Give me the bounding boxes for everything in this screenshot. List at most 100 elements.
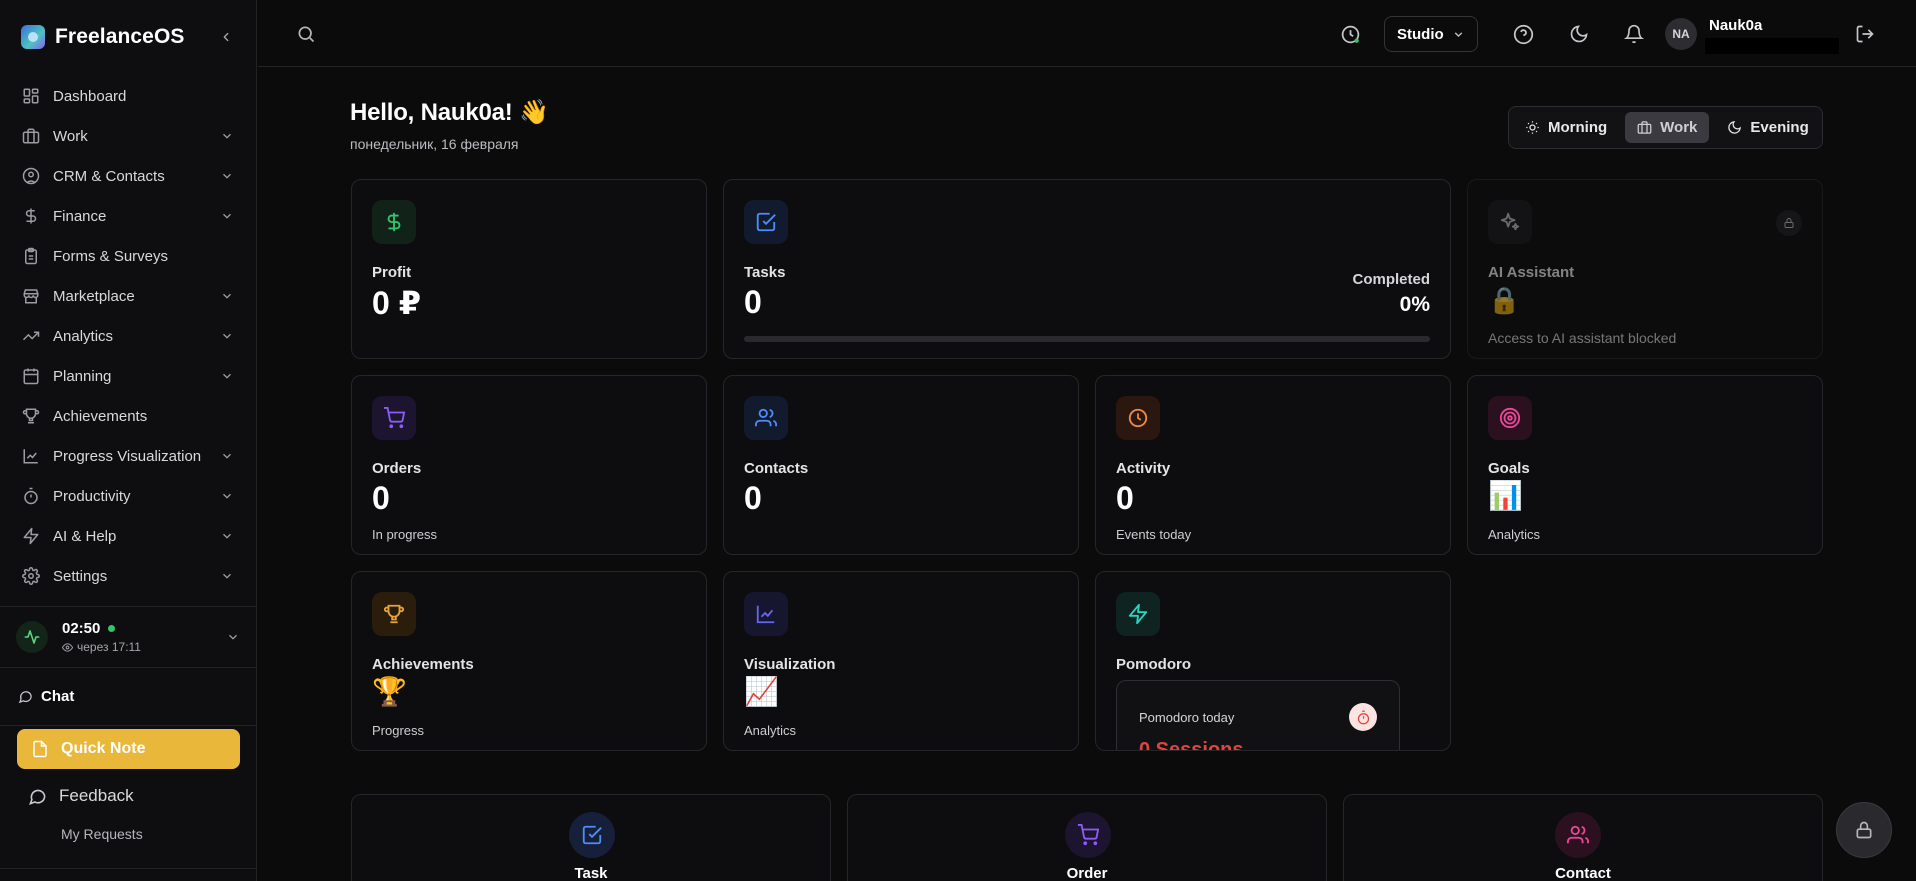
mode-label: Morning xyxy=(1548,119,1608,136)
sidebar-item-planning[interactable]: Planning xyxy=(0,356,256,396)
session-clock[interactable]: 02:50 через 17:11 xyxy=(0,606,256,668)
sidebar-item-finance[interactable]: Finance xyxy=(0,196,256,236)
workspace-select[interactable]: Studio xyxy=(1384,16,1478,52)
avatar[interactable]: NA xyxy=(1665,18,1697,50)
quick-action-label: Task xyxy=(574,865,608,881)
brand-title: FreelanceOS xyxy=(55,25,185,48)
moon-icon xyxy=(1570,25,1588,43)
sidebar-item-forms[interactable]: Forms & Surveys xyxy=(0,236,256,276)
lock-emoji: 🔒 xyxy=(1488,285,1521,315)
zap-icon xyxy=(1116,592,1160,636)
profit-card[interactable]: Profit 0 ₽ xyxy=(351,179,707,359)
line-chart-icon xyxy=(744,592,788,636)
card-subtitle: Analytics xyxy=(1488,527,1541,542)
users-icon xyxy=(1555,812,1601,858)
theme-toggle-button[interactable] xyxy=(1568,23,1590,45)
user-name: Nauk0a xyxy=(1709,17,1763,34)
chat-button[interactable]: Chat xyxy=(0,668,256,726)
chevron-down-icon xyxy=(220,289,234,303)
note-icon xyxy=(33,740,47,758)
help-circle-icon xyxy=(1513,24,1533,44)
mode-evening-button[interactable]: Evening xyxy=(1715,112,1820,143)
logout-button[interactable] xyxy=(1854,23,1876,45)
notifications-button[interactable] xyxy=(1623,23,1645,45)
contacts-card[interactable]: Contacts 0 xyxy=(723,375,1079,555)
quick-add-task[interactable]: Task xyxy=(351,794,831,881)
sidebar-item-work[interactable]: Work xyxy=(0,116,256,156)
activity-value: 0 xyxy=(1116,480,1134,516)
sidebar-item-label: Achievements xyxy=(53,407,148,425)
quick-note-button[interactable]: Quick Note xyxy=(17,729,240,769)
my-requests-link[interactable]: My Requests xyxy=(61,826,143,842)
activity-card[interactable]: Activity 0 Events today xyxy=(1095,375,1451,555)
visualization-card[interactable]: Visualization 📈 Analytics xyxy=(723,571,1079,751)
sidebar-item-achievements[interactable]: Achievements xyxy=(0,396,256,436)
tasks-progress-bar xyxy=(744,336,1430,342)
achievements-card[interactable]: Achievements 🏆 Progress xyxy=(351,571,707,751)
trophy-icon xyxy=(372,592,416,636)
sparkles-icon xyxy=(1488,200,1532,244)
help-button[interactable] xyxy=(1512,23,1534,45)
quick-add-order[interactable]: Order xyxy=(847,794,1327,881)
chevron-down-icon xyxy=(220,169,234,183)
card-subtitle: Events today xyxy=(1116,527,1192,542)
card-label: Pomodoro xyxy=(1116,656,1191,673)
clock-subtitle: через 17:11 xyxy=(77,640,141,654)
users-icon xyxy=(744,396,788,440)
card-label: Achievements xyxy=(372,656,474,673)
profit-value: 0 ₽ xyxy=(372,285,421,321)
sidebar-item-crm[interactable]: CRM & Contacts xyxy=(0,156,256,196)
chart-emoji: 📊 xyxy=(1488,480,1523,511)
card-subtitle: Progress xyxy=(372,723,425,738)
mode-work-button[interactable]: Work xyxy=(1625,112,1710,143)
time-tracker-button[interactable] xyxy=(1339,23,1361,45)
trophy-emoji: 🏆 xyxy=(372,676,407,707)
orders-card[interactable]: Orders 0 In progress xyxy=(351,375,707,555)
pomodoro-today-panel: Pomodoro today 0 Sessions xyxy=(1116,680,1400,750)
sidebar-item-label: Settings xyxy=(53,567,108,585)
clipboard-icon xyxy=(21,246,41,266)
collapse-sidebar-button[interactable] xyxy=(216,27,236,47)
contacts-value: 0 xyxy=(744,480,762,516)
topbar: Studio NA Nauk0a xyxy=(258,0,1916,67)
tasks-card[interactable]: Tasks 0 Completed 0% xyxy=(723,179,1451,359)
check-square-icon xyxy=(569,812,615,858)
card-label: Visualization xyxy=(744,656,836,673)
goals-card[interactable]: Goals 📊 Analytics xyxy=(1467,375,1823,555)
sun-icon xyxy=(1526,121,1539,134)
card-subtitle: Analytics xyxy=(744,723,797,738)
sidebar-item-dashboard[interactable]: Dashboard xyxy=(0,76,256,116)
chevron-down-icon xyxy=(220,369,234,383)
feedback-label: Feedback xyxy=(59,786,134,805)
card-label: Contacts xyxy=(744,460,809,477)
app-logo-icon xyxy=(21,25,45,49)
mode-morning-button[interactable]: Morning xyxy=(1513,112,1619,143)
sidebar-item-label: Forms & Surveys xyxy=(53,247,169,265)
dollar-icon xyxy=(21,206,41,226)
sidebar-item-productivity[interactable]: Productivity xyxy=(0,476,256,516)
sidebar-item-progress-visualization[interactable]: Progress Visualization xyxy=(0,436,256,476)
completed-value: 0% xyxy=(1399,293,1430,316)
chevron-down-icon xyxy=(220,329,234,343)
pomodoro-card[interactable]: Pomodoro Pomodoro today 0 Sessions xyxy=(1095,571,1451,751)
card-label: Orders xyxy=(372,460,422,477)
lock-icon xyxy=(1776,210,1802,236)
sidebar-item-label: Productivity xyxy=(53,487,131,505)
sidebar-item-marketplace[interactable]: Marketplace xyxy=(0,276,256,316)
mode-label: Work xyxy=(1660,119,1698,136)
sidebar-item-label: Marketplace xyxy=(53,287,135,305)
chevron-down-icon[interactable] xyxy=(226,630,240,644)
sidebar-item-settings[interactable]: Settings xyxy=(0,556,256,596)
ai-assistant-card[interactable]: AI Assistant 🔒 Access to AI assistant bl… xyxy=(1467,179,1823,359)
quick-action-label: Order xyxy=(1066,865,1108,881)
quick-add-contact[interactable]: Contact xyxy=(1343,794,1823,881)
trending-up-icon xyxy=(21,326,41,346)
sidebar-item-ai-help[interactable]: AI & Help xyxy=(0,516,256,556)
briefcase-icon xyxy=(21,126,41,146)
chevron-down-icon xyxy=(220,129,234,143)
floating-lock-button[interactable] xyxy=(1836,802,1892,858)
sidebar-item-analytics[interactable]: Analytics xyxy=(0,316,256,356)
feedback-button[interactable]: Feedback xyxy=(28,786,134,806)
search-button[interactable] xyxy=(296,24,316,44)
eye-icon xyxy=(62,642,73,652)
